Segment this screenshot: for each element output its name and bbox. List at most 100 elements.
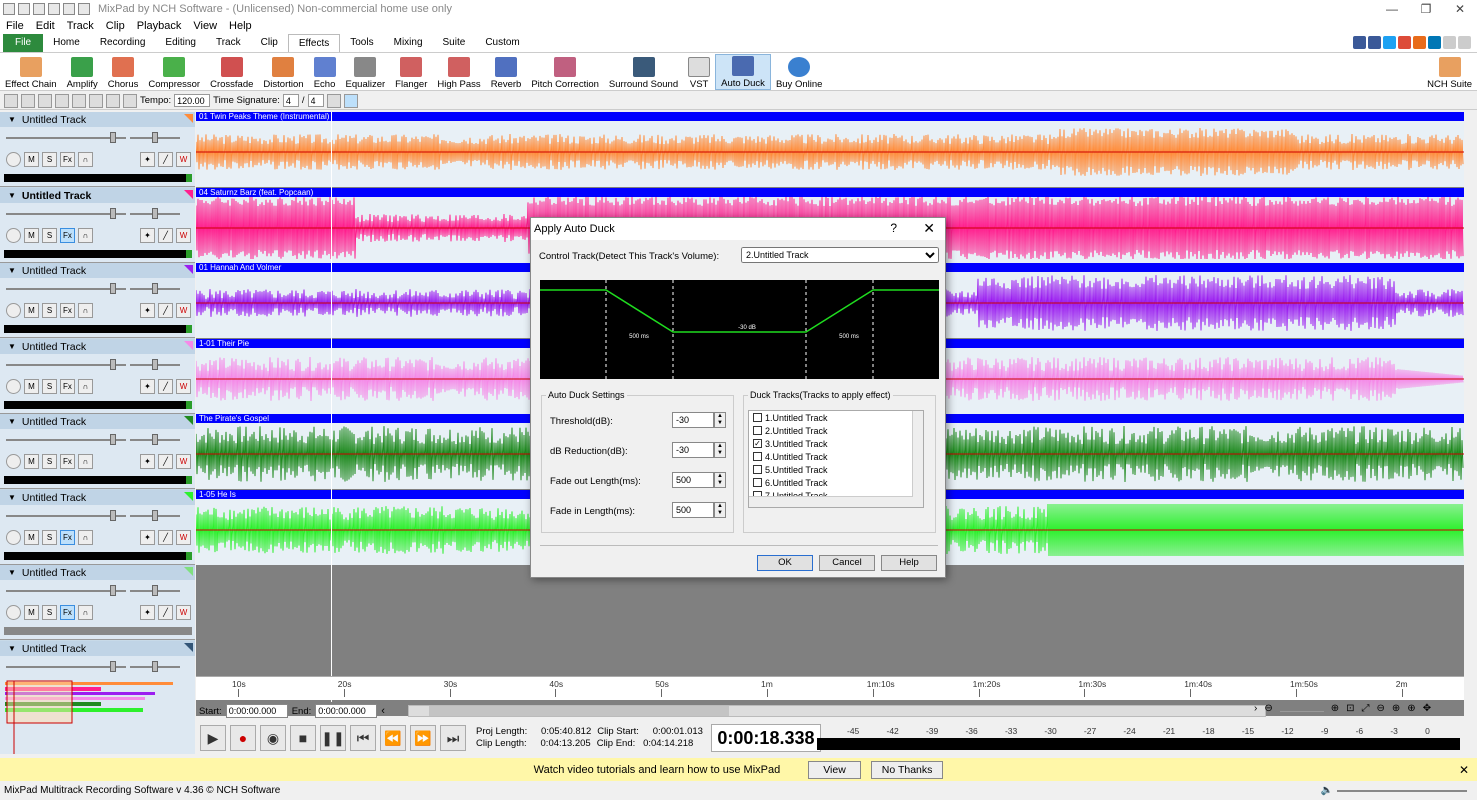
track-header[interactable]: ▼ Untitled Track M S Fx ∩ ✦ ╱ W [0, 339, 195, 414]
tab-track[interactable]: Track [206, 34, 251, 52]
go-to-start-button[interactable]: ⏮ [350, 725, 376, 751]
tab-clip[interactable]: Clip [251, 34, 288, 52]
track-effects-icon[interactable]: ✦ [140, 378, 155, 394]
duck-list-hscrollbar[interactable] [749, 496, 913, 507]
stop-button[interactable]: ■ [290, 725, 316, 751]
undo-icon[interactable] [63, 3, 75, 15]
tab-effects[interactable]: Effects [287, 34, 341, 52]
duck-track-checkbox[interactable]: ✓ [753, 439, 762, 448]
start-input[interactable] [225, 704, 288, 718]
control-track-select[interactable]: 2.Untitled Track [741, 247, 939, 263]
zoom-h-out-icon[interactable]: ⊖ [1377, 703, 1385, 714]
track-envelope-icon[interactable]: W [176, 227, 191, 243]
close-notice-icon[interactable]: ✕ [1459, 763, 1469, 777]
fx-button[interactable]: Fx [60, 227, 75, 243]
solo-button[interactable]: S [42, 302, 57, 318]
duck-track-item[interactable]: 5.Untitled Track [749, 463, 923, 476]
linkedin-icon[interactable] [1428, 36, 1441, 49]
grid-icon[interactable] [343, 93, 358, 108]
duck-track-item[interactable]: ✓ 3.Untitled Track [749, 437, 923, 450]
duck-tracks-list[interactable]: 1.Untitled Track 2.Untitled Track ✓ 3.Untit… [748, 410, 924, 508]
db-reduction-input[interactable] [672, 442, 714, 458]
help-button[interactable]: Help [881, 555, 937, 571]
fade-out-input[interactable] [672, 472, 714, 488]
pause-button[interactable]: ❚❚ [320, 725, 346, 751]
pan-slider[interactable] [130, 283, 180, 294]
flanger-button[interactable]: Flanger [390, 54, 432, 90]
collapse-icon[interactable]: ▼ [8, 493, 16, 502]
scroll-right-icon[interactable]: › [1254, 703, 1257, 714]
threshold-input[interactable] [672, 412, 714, 428]
delete-track-icon[interactable] [38, 93, 52, 108]
no-thanks-button[interactable]: No Thanks [870, 760, 944, 779]
zoom-out-icon[interactable]: ⊖ [1264, 703, 1272, 714]
collapse-icon[interactable]: ▼ [8, 644, 16, 653]
tempo-input[interactable] [174, 94, 211, 107]
zoom-selection-icon[interactable]: ⊡ [1346, 703, 1354, 714]
track-envelope-icon[interactable]: W [176, 529, 191, 545]
record-arm-button[interactable] [6, 529, 21, 545]
collapse-icon[interactable]: ▼ [8, 417, 16, 426]
track-effects-icon[interactable]: ✦ [140, 151, 155, 167]
chorus-button[interactable]: Chorus [103, 54, 144, 90]
track-header[interactable]: ▼ Untitled Track M S Fx ∩ ✦ ╱ W [0, 263, 195, 338]
tab-suite[interactable]: Suite [433, 34, 476, 52]
track-envelope-icon[interactable]: W [176, 302, 191, 318]
track-automation-icon[interactable]: ╱ [158, 453, 173, 469]
track-name[interactable]: Untitled Track [22, 114, 86, 126]
open-icon[interactable] [33, 3, 45, 15]
track-automation-icon[interactable]: ╱ [158, 529, 173, 545]
maximize-button[interactable]: ❐ [1409, 0, 1443, 18]
remove-track-icon[interactable] [55, 93, 69, 108]
google-icon[interactable] [1398, 36, 1411, 49]
zoom-fit-icon[interactable]: ⤢ [1362, 703, 1370, 714]
menu-view[interactable]: View [187, 20, 223, 32]
reverb-button[interactable]: Reverb [486, 54, 527, 90]
youtube-icon[interactable] [1413, 36, 1426, 49]
buy-online-button[interactable]: Buy Online [771, 54, 827, 90]
go-to-end-button[interactable]: ⏭ [440, 725, 466, 751]
playhead[interactable] [331, 112, 332, 702]
cancel-button[interactable]: Cancel [819, 555, 875, 571]
high-pass-button[interactable]: High Pass [432, 54, 485, 90]
solo-button[interactable]: S [42, 378, 57, 394]
duck-track-checkbox[interactable] [753, 465, 762, 474]
new-icon[interactable] [18, 3, 30, 15]
track-color-flag[interactable] [184, 416, 193, 425]
horizontal-scrollbar[interactable] [408, 705, 1266, 717]
end-input[interactable] [315, 704, 378, 718]
volume-slider[interactable] [6, 359, 126, 370]
auto-duck-button[interactable]: Auto Duck [715, 54, 771, 90]
time-signature-denominator[interactable] [307, 94, 324, 107]
fx-button[interactable]: Fx [60, 453, 75, 469]
crossfade-button[interactable]: Crossfade [205, 54, 258, 90]
tab-recording[interactable]: Recording [90, 34, 156, 52]
mute-button[interactable]: M [24, 378, 39, 394]
add-track-icon[interactable] [4, 93, 18, 108]
zoom-slider[interactable] [1279, 703, 1324, 712]
expand-ribbon-icon[interactable] [1458, 36, 1471, 49]
db-reduction-stepper[interactable]: ▲ ▼ [714, 442, 726, 458]
track-automation-icon[interactable]: ╱ [158, 604, 173, 620]
scroll-left-icon[interactable]: ‹ [381, 705, 385, 717]
track-name[interactable]: Untitled Track [22, 567, 86, 579]
effect-chain-button[interactable]: Effect Chain [0, 54, 62, 90]
track-header[interactable]: ▼ Untitled Track M S Fx ∩ ✦ ╱ W [0, 414, 195, 489]
pan-slider[interactable] [130, 132, 180, 143]
play-button[interactable]: ▶ [200, 725, 226, 751]
collapse-icon[interactable]: ▼ [8, 266, 16, 275]
zoom-all-icon[interactable]: ✥ [1423, 703, 1431, 714]
track-name[interactable]: Untitled Track [22, 492, 86, 504]
track-lane[interactable]: 01 Twin Peaks Theme (Instrumental) [196, 112, 1464, 187]
track-color-flag[interactable] [184, 643, 193, 652]
dialog-close-icon[interactable]: ✕ [923, 220, 935, 237]
duck-track-item[interactable]: 4.Untitled Track [749, 450, 923, 463]
pan-slider[interactable] [130, 208, 180, 219]
tab-editing[interactable]: Editing [155, 34, 206, 52]
track-envelope-icon[interactable]: W [176, 453, 191, 469]
menu-file[interactable]: File [0, 20, 30, 32]
track-effects-icon[interactable]: ✦ [140, 227, 155, 243]
compressor-button[interactable]: Compressor [143, 54, 205, 90]
track-automation-icon[interactable]: ╱ [158, 302, 173, 318]
track-name[interactable]: Untitled Track [22, 265, 86, 277]
